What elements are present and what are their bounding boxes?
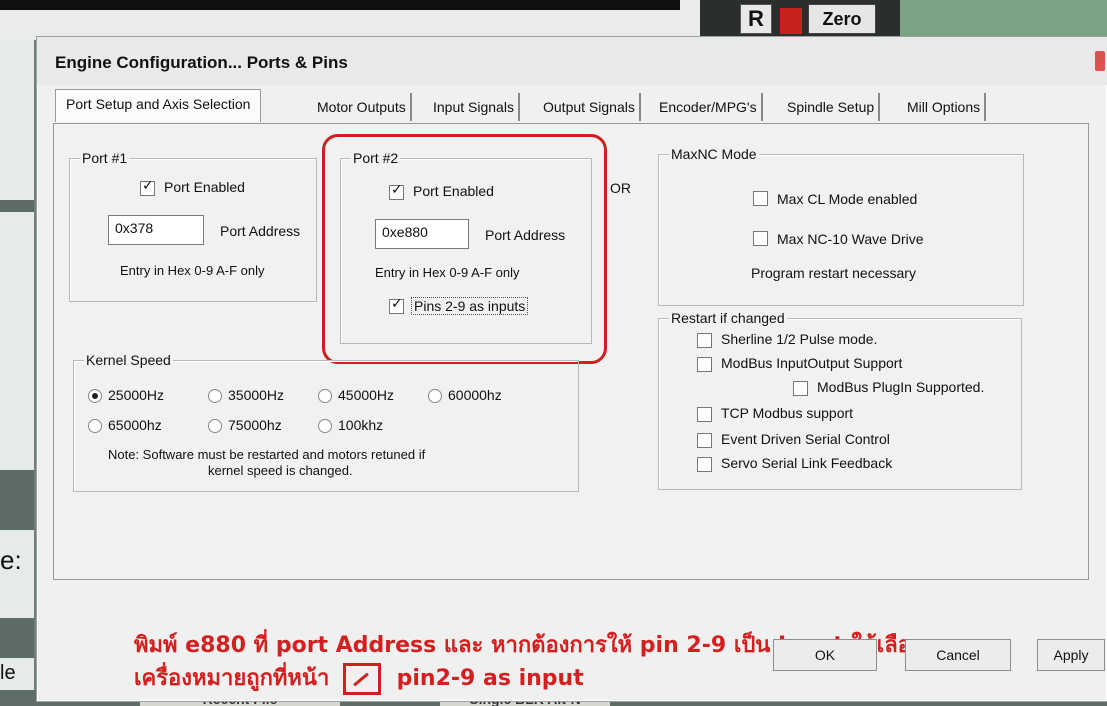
maxnc-note: Program restart necessary bbox=[751, 265, 916, 281]
port1-legend: Port #1 bbox=[80, 150, 130, 166]
radio-65000[interactable] bbox=[88, 419, 102, 433]
restart-legend: Restart if changed bbox=[669, 310, 787, 326]
radio-label: 45000Hz bbox=[338, 387, 395, 403]
red-led bbox=[780, 8, 802, 34]
tab-spindle-setup[interactable]: Spindle Setup bbox=[783, 93, 881, 121]
apply-button[interactable]: Apply bbox=[1037, 639, 1105, 671]
port1-address-input[interactable]: 0x378 bbox=[108, 215, 204, 245]
event-serial-checkbox[interactable] bbox=[697, 433, 712, 448]
background-bar bbox=[0, 0, 680, 10]
radio-100k[interactable] bbox=[318, 419, 332, 433]
dialog-title: Engine Configuration... Ports & Pins bbox=[55, 53, 348, 72]
max-wave-checkbox[interactable] bbox=[753, 231, 768, 246]
kernel-note-2: kernel speed is changed. bbox=[208, 463, 353, 478]
modbus-plugin-label: ModBus PlugIn Supported. bbox=[817, 379, 985, 395]
sherline-checkbox[interactable] bbox=[697, 333, 712, 348]
modbus-io-checkbox[interactable] bbox=[697, 357, 712, 372]
green-button[interactable] bbox=[900, 0, 1107, 40]
tcp-modbus-label: TCP Modbus support bbox=[721, 405, 854, 421]
radio-label: 35000Hz bbox=[228, 387, 285, 403]
servo-serial-label: Servo Serial Link Feedback bbox=[721, 455, 893, 471]
background-label: le bbox=[0, 662, 16, 684]
restart-group: Restart if changed Sherline 1/2 Pulse mo… bbox=[658, 310, 1022, 490]
annotation-suffix: pin2-9 as input bbox=[396, 666, 584, 691]
tab-motor-outputs[interactable]: Motor Outputs bbox=[313, 93, 412, 121]
port1-group: Port #1 ✓ Port Enabled 0x378 Port Addres… bbox=[69, 150, 317, 302]
checkbox-icon bbox=[342, 663, 381, 695]
radio-label: 25000Hz bbox=[108, 387, 165, 403]
ok-button[interactable]: OK bbox=[773, 639, 877, 671]
or-label: OR bbox=[610, 180, 631, 196]
cancel-button[interactable]: Cancel bbox=[905, 639, 1011, 671]
radio-label: 75000hz bbox=[228, 417, 282, 433]
annotation-prefix: เครื่องหมายถูกที่หน้า bbox=[134, 666, 330, 691]
kernel-speed-group: Kernel Speed 25000Hz 35000Hz 45000Hz 600… bbox=[73, 352, 579, 492]
zero-button[interactable]: Zero bbox=[808, 4, 876, 34]
maxnc-group: MaxNC Mode Max CL Mode enabled Max NC-10… bbox=[658, 146, 1024, 306]
background-slab bbox=[0, 618, 34, 658]
background-label: e: bbox=[0, 545, 22, 575]
dialog-titlebar[interactable]: Engine Configuration... Ports & Pins bbox=[37, 37, 1107, 85]
tab-output-signals[interactable]: Output Signals bbox=[539, 93, 641, 121]
highlight-port2 bbox=[322, 134, 607, 364]
kernel-legend: Kernel Speed bbox=[84, 352, 173, 368]
tab-input-signals[interactable]: Input Signals bbox=[429, 93, 520, 121]
event-serial-label: Event Driven Serial Control bbox=[721, 431, 890, 447]
radio-35000[interactable] bbox=[208, 389, 222, 403]
max-cl-label: Max CL Mode enabled bbox=[777, 191, 918, 207]
modbus-plugin-checkbox[interactable] bbox=[793, 381, 808, 396]
background-slab bbox=[0, 200, 34, 212]
port1-hint: Entry in Hex 0-9 A-F only bbox=[120, 263, 265, 278]
engine-config-dialog: Engine Configuration... Ports & Pins Por… bbox=[36, 36, 1107, 702]
background-slab bbox=[0, 470, 34, 530]
background-toolbar: R Zero bbox=[0, 0, 1107, 40]
r-button[interactable]: R bbox=[740, 4, 772, 34]
radio-label: 65000hz bbox=[108, 417, 162, 433]
tab-panel: Port #1 ✓ Port Enabled 0x378 Port Addres… bbox=[53, 123, 1089, 695]
sherline-label: Sherline 1/2 Pulse mode. bbox=[721, 331, 878, 347]
radio-label: 60000hz bbox=[448, 387, 502, 403]
close-icon[interactable] bbox=[1095, 51, 1105, 71]
radio-25000[interactable] bbox=[88, 389, 102, 403]
radio-60000[interactable] bbox=[428, 389, 442, 403]
port1-enabled-label: Port Enabled bbox=[164, 179, 245, 195]
port1-address-label: Port Address bbox=[220, 223, 301, 239]
kernel-note-1: Note: Software must be restarted and mot… bbox=[108, 447, 426, 462]
port1-enabled-checkbox[interactable]: ✓ bbox=[140, 178, 155, 196]
radio-dot bbox=[92, 393, 98, 399]
tab-mill-options[interactable]: Mill Options bbox=[903, 93, 987, 121]
check-icon: ✓ bbox=[142, 178, 154, 194]
tab-encoder-mpg[interactable]: Encoder/MPG's bbox=[655, 93, 763, 121]
servo-serial-checkbox[interactable] bbox=[697, 457, 712, 472]
max-cl-checkbox[interactable] bbox=[753, 191, 768, 206]
radio-45000[interactable] bbox=[318, 389, 332, 403]
max-wave-label: Max NC-10 Wave Drive bbox=[777, 231, 924, 247]
modbus-io-label: ModBus InputOutput Support bbox=[721, 355, 903, 371]
maxnc-legend: MaxNC Mode bbox=[669, 146, 759, 162]
tab-port-setup[interactable]: Port Setup and Axis Selection bbox=[55, 89, 262, 122]
radio-75000[interactable] bbox=[208, 419, 222, 433]
tcp-modbus-checkbox[interactable] bbox=[697, 407, 712, 422]
background-left-panel: e: le bbox=[0, 40, 34, 706]
radio-label: 100khz bbox=[338, 417, 384, 433]
